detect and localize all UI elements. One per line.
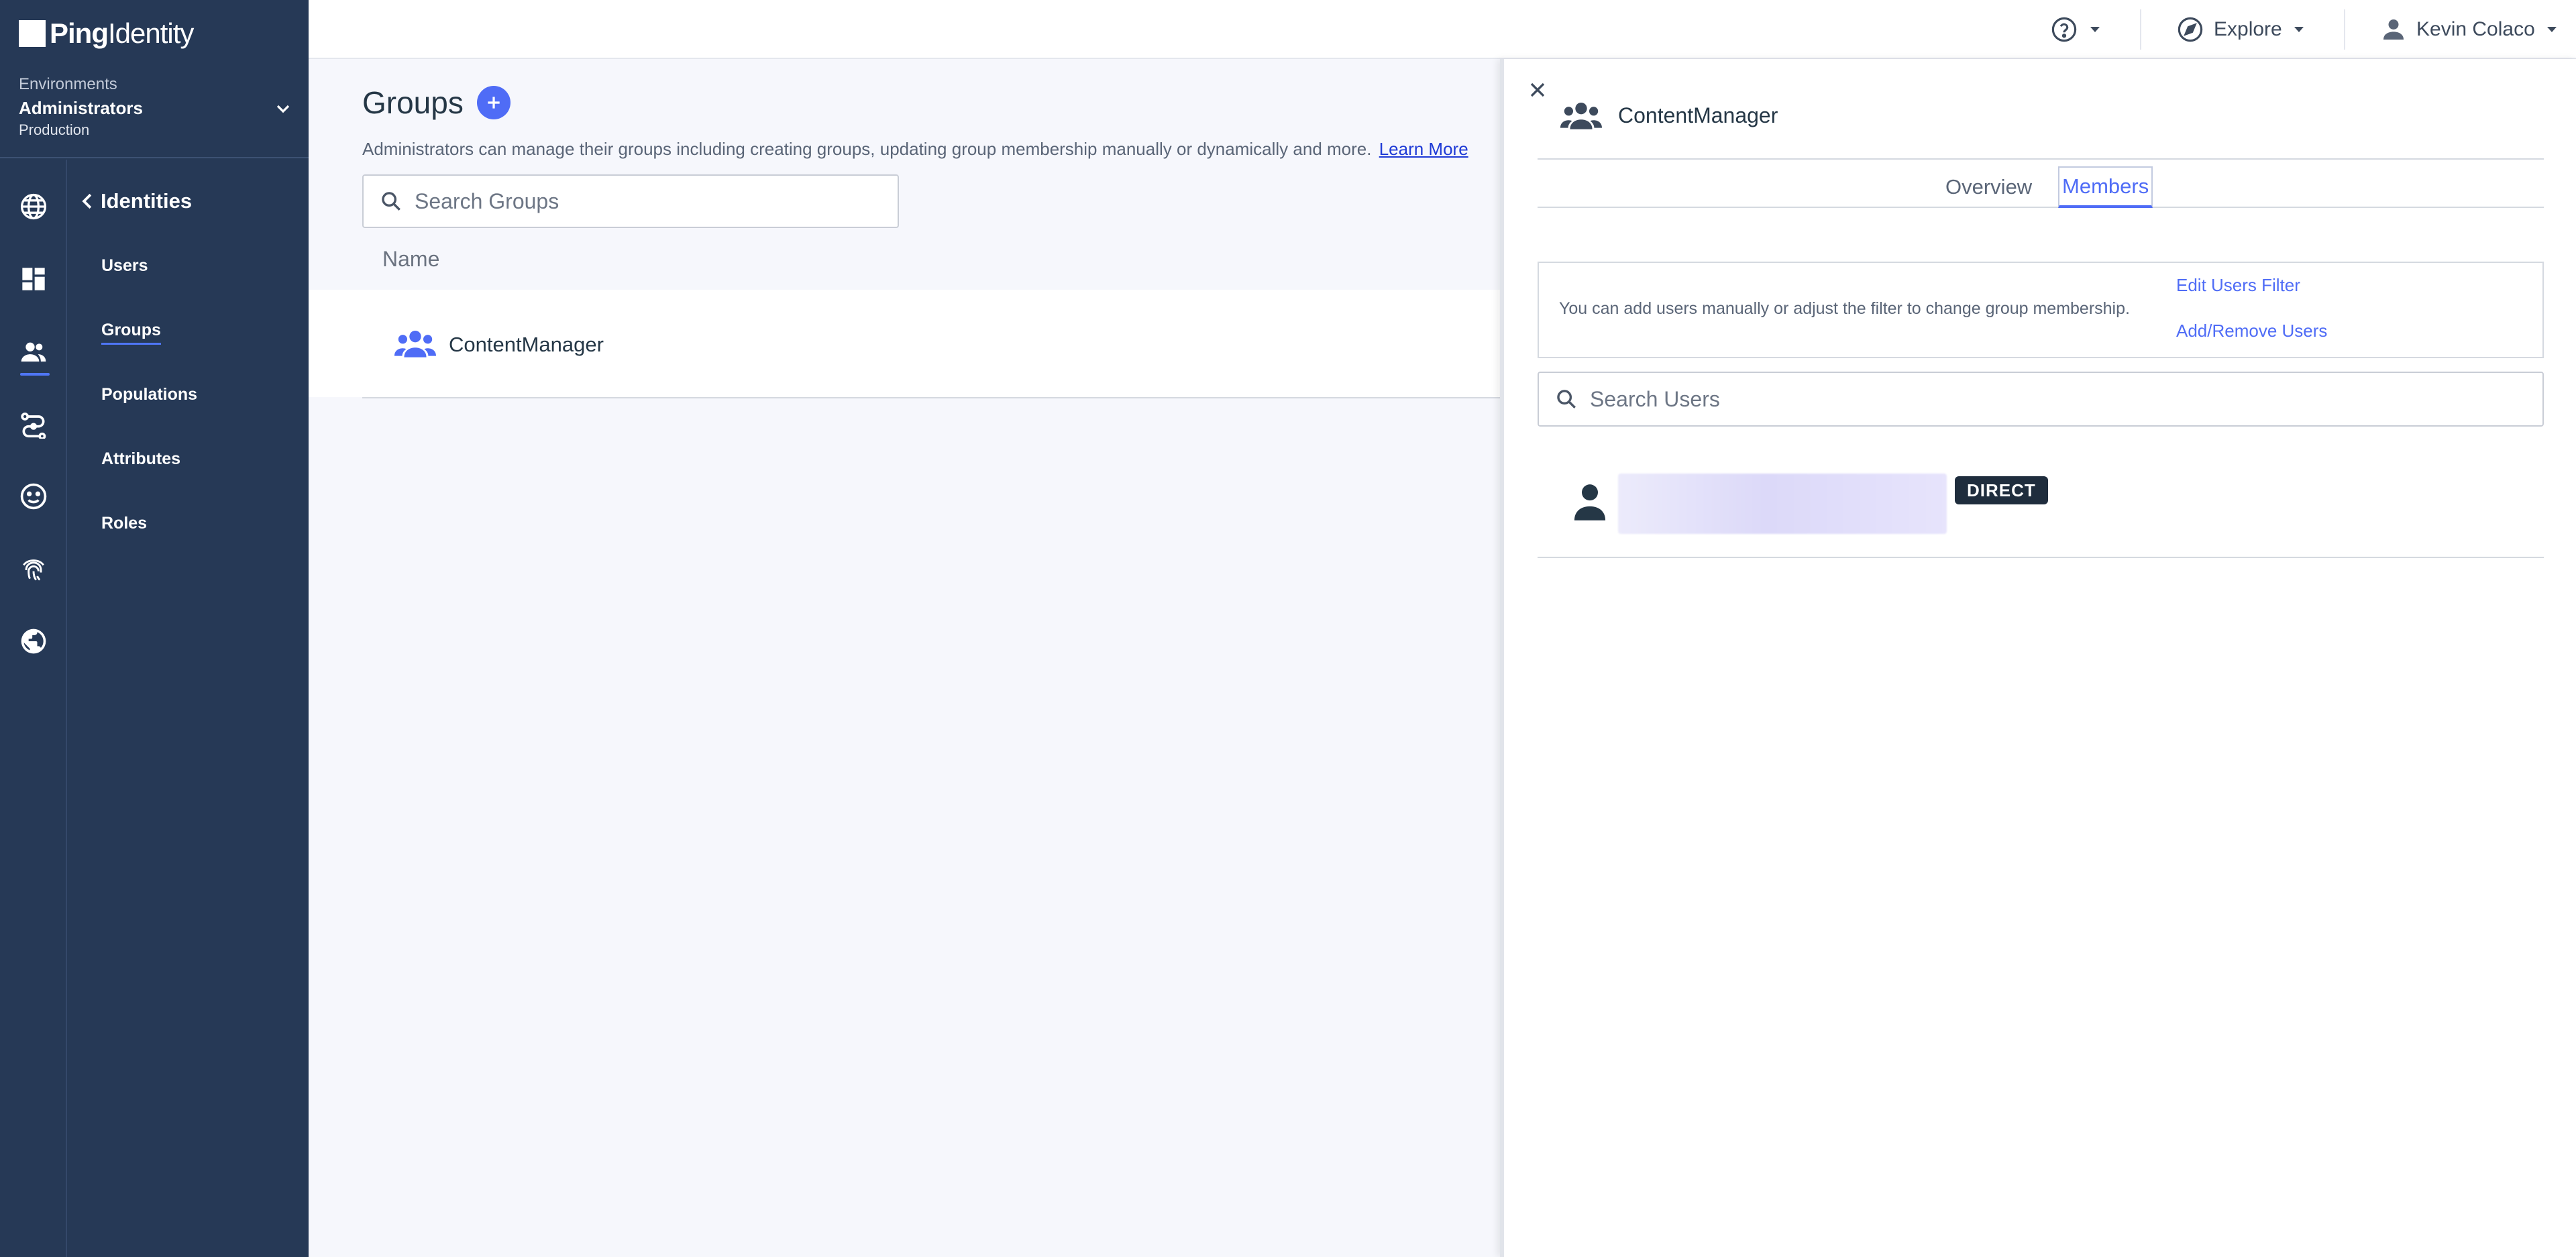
page-title-row: Groups bbox=[362, 85, 511, 121]
add-group-button[interactable] bbox=[476, 86, 511, 119]
icon-rail bbox=[0, 160, 67, 1257]
search-icon bbox=[382, 192, 400, 211]
caret-down-icon bbox=[2294, 27, 2304, 32]
chevron-left-icon bbox=[82, 193, 92, 209]
search-groups-input[interactable] bbox=[415, 188, 881, 214]
sidebar-item-populations[interactable]: Populations bbox=[101, 385, 197, 404]
user-name: Kevin Colaco bbox=[2416, 18, 2535, 40]
group-icon bbox=[394, 330, 436, 358]
fingerprint-icon[interactable] bbox=[17, 553, 50, 585]
search-users-input[interactable] bbox=[1590, 386, 2479, 412]
row-divider bbox=[362, 397, 1503, 398]
panel-title: ContentManager bbox=[1618, 103, 1778, 127]
table-row[interactable]: ContentManager bbox=[309, 290, 1503, 397]
user-icon bbox=[1574, 484, 1606, 521]
status-badge: DIRECT bbox=[1955, 476, 2048, 504]
sidebar: PingIdentity Environments Administrators… bbox=[0, 0, 309, 1257]
experiences-icon[interactable] bbox=[17, 480, 50, 512]
group-icon bbox=[1560, 102, 1602, 129]
column-header-name[interactable]: Name bbox=[382, 247, 439, 272]
group-detail-panel: ContentManager Overview Members You can … bbox=[1500, 59, 2576, 1257]
sidebar-item-attributes[interactable]: Attributes bbox=[101, 449, 180, 469]
panel-tabs: Overview Members bbox=[1538, 160, 2544, 208]
dashboard-icon[interactable] bbox=[17, 263, 50, 295]
connections-icon[interactable] bbox=[17, 408, 50, 440]
top-header: Explore Kevin Colaco bbox=[309, 0, 2576, 59]
logo-mark bbox=[19, 20, 46, 47]
edit-users-filter-link[interactable]: Edit Users Filter bbox=[2176, 275, 2300, 296]
search-icon bbox=[1557, 390, 1576, 408]
page-description: Administrators can manage their groups i… bbox=[362, 139, 1468, 160]
ping-identity-logo[interactable]: PingIdentity bbox=[19, 16, 194, 51]
panel-header: ContentManager bbox=[1560, 99, 1778, 131]
environment-name: Administrators bbox=[19, 98, 143, 118]
learn-more-link[interactable]: Learn More bbox=[1379, 139, 1468, 159]
active-indicator bbox=[20, 373, 50, 376]
identities-icon[interactable] bbox=[17, 335, 50, 368]
sidebar-item-groups[interactable]: Groups bbox=[101, 321, 161, 345]
plus-icon bbox=[488, 97, 500, 109]
tab-overview[interactable]: Overview bbox=[1943, 166, 2035, 208]
close-icon[interactable] bbox=[1525, 78, 1550, 102]
world-icon[interactable] bbox=[17, 625, 50, 657]
header-divider bbox=[2140, 9, 2141, 50]
description-text: Administrators can manage their groups i… bbox=[362, 139, 1372, 159]
environment-type: Production bbox=[19, 121, 90, 138]
redacted-member-name bbox=[1618, 474, 1947, 534]
caret-down-icon bbox=[2546, 27, 2557, 32]
search-users-field[interactable] bbox=[1538, 372, 2544, 427]
list-item[interactable]: DIRECT bbox=[1538, 459, 2544, 558]
group-name: ContentManager bbox=[449, 333, 604, 356]
help-icon bbox=[2051, 17, 2077, 42]
search-groups-field[interactable] bbox=[362, 174, 899, 228]
membership-info-box: You can add users manually or adjust the… bbox=[1538, 262, 2544, 358]
user-icon bbox=[2383, 19, 2404, 40]
tab-members[interactable]: Members bbox=[2058, 166, 2153, 208]
environment-selector[interactable]: Environments Administrators Production bbox=[0, 64, 309, 158]
nav-back-identities[interactable]: Identities bbox=[80, 189, 192, 213]
compass-icon bbox=[2178, 17, 2203, 42]
nav-section-label: Identities bbox=[101, 189, 193, 213]
caret-down-icon bbox=[2090, 27, 2100, 32]
explore-label: Explore bbox=[2214, 18, 2282, 40]
chevron-down-icon bbox=[276, 105, 290, 113]
environment-caption: Environments bbox=[19, 75, 117, 93]
globe-icon[interactable] bbox=[17, 190, 50, 223]
logo-text: PingIdentity bbox=[50, 17, 194, 49]
page-title: Groups bbox=[362, 85, 464, 120]
header-divider bbox=[2344, 9, 2345, 50]
user-menu[interactable]: Kevin Colaco bbox=[2380, 0, 2557, 59]
sidebar-item-roles[interactable]: Roles bbox=[101, 514, 147, 533]
info-message: You can add users manually or adjust the… bbox=[1559, 299, 2130, 318]
help-menu[interactable] bbox=[2050, 0, 2100, 59]
sidebar-item-users[interactable]: Users bbox=[101, 256, 148, 276]
explore-menu[interactable]: Explore bbox=[2176, 0, 2304, 59]
add-remove-users-link[interactable]: Add/Remove Users bbox=[2176, 321, 2327, 341]
